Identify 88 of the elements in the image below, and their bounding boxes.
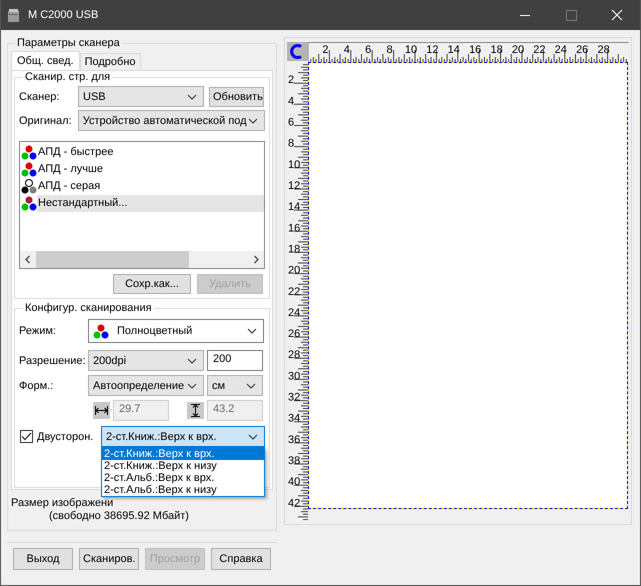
- field-label: Сканер:: [19, 90, 60, 102]
- ruler-label: 18: [490, 44, 503, 56]
- profile-item[interactable]: АПД - лучше: [20, 161, 264, 178]
- group-title: Конфигур. сканирования: [24, 302, 153, 314]
- ruler-label: 2: [322, 44, 328, 56]
- horizontal-scrollbar[interactable]: [20, 251, 264, 268]
- unit-icon[interactable]: [287, 42, 308, 61]
- ruler-label: 42: [288, 497, 300, 510]
- ruler-label: 20: [512, 44, 524, 56]
- action-button[interactable]: Сканиров.: [79, 548, 139, 570]
- dropdown-option[interactable]: 2-ст.Книж.:Верх к низу: [102, 460, 264, 472]
- ruler-label: 10: [404, 44, 418, 56]
- resolution-dropdown[interactable]: 200dpi: [88, 350, 204, 371]
- ruler-label: 4: [344, 44, 350, 56]
- chevron-icon: [187, 382, 197, 388]
- ruler-label: 24: [554, 44, 567, 56]
- field-label: Форм.:: [19, 380, 54, 392]
- chevron-icon: [246, 382, 256, 388]
- ruler-label: 16: [469, 44, 482, 56]
- ruler-label: 4: [288, 95, 294, 108]
- ruler-label: 6: [365, 44, 372, 56]
- width-icon: [93, 402, 110, 419]
- checkbox[interactable]: [20, 430, 33, 443]
- field-label: Разрешение:: [19, 354, 87, 366]
- unit-dropdown[interactable]: см: [207, 375, 263, 396]
- ruler-label: 22: [288, 286, 300, 298]
- ruler-label: 10: [288, 158, 300, 171]
- ruler-label: 8: [288, 138, 294, 150]
- ruler-label: 12: [426, 44, 439, 56]
- ruler-label: 28: [597, 44, 610, 56]
- ruler-label: 22: [533, 44, 546, 56]
- ruler-label: 34: [288, 412, 300, 425]
- ruler-label: 40: [288, 476, 300, 488]
- color-dots-icon: [21, 162, 37, 177]
- ruler-label: 14: [288, 201, 300, 214]
- group-title: Параметры сканера: [16, 37, 121, 49]
- field-label: Оригинал:: [19, 114, 73, 126]
- ruler-label: 2: [288, 74, 294, 86]
- ruler-label: 26: [288, 328, 300, 340]
- ruler-label: 8: [386, 44, 393, 56]
- duplex-dropdown[interactable]: 2-ст.Книж.:Верх к врх.: [101, 426, 265, 447]
- scrollbar-thumb[interactable]: [36, 251, 189, 268]
- field-label: Режим:: [19, 325, 57, 337]
- color-dots-icon: [21, 196, 37, 211]
- chevron-icon: [248, 118, 258, 124]
- ruler-label: 16: [288, 222, 300, 234]
- action-button[interactable]: Справка: [211, 548, 271, 570]
- ruler-label: 36: [288, 434, 300, 446]
- scanner-dropdown[interactable]: USB: [78, 86, 204, 107]
- color-dots-icon: [21, 145, 37, 160]
- ruler-label: 28: [288, 349, 300, 362]
- ruler-label: 30: [288, 370, 300, 382]
- window-title: M C2000 USB: [28, 9, 98, 21]
- scanner-icon: [8, 8, 19, 22]
- ruler-label: 6: [288, 116, 294, 128]
- color-dots-icon: [93, 324, 109, 338]
- profile-item[interactable]: АПД - быстрее: [20, 144, 264, 161]
- resolution-field[interactable]: 200: [207, 350, 263, 371]
- group-title: Сканир. стр. для: [24, 71, 112, 83]
- action-button[interactable]: Выход: [13, 548, 73, 570]
- free-space-text: (свободно 38695.92 Мбайт): [49, 510, 189, 523]
- chevron-icon: [247, 328, 257, 334]
- image-size-text: Размер изображени: [11, 497, 114, 510]
- height-icon: [187, 402, 204, 419]
- ruler-label: 18: [288, 243, 300, 256]
- save-as-button[interactable]: Сохр.как...: [113, 274, 191, 294]
- mode-dropdown[interactable]: Полноцветный: [88, 319, 264, 343]
- ruler-label: 12: [288, 180, 300, 192]
- format-dropdown[interactable]: Автоопределение: [88, 375, 204, 396]
- chevron-icon: [187, 94, 197, 100]
- ruler-label: 38: [288, 455, 300, 468]
- refresh-button[interactable]: Обновить: [209, 86, 264, 106]
- checkbox-label: Двусторон.: [37, 430, 94, 442]
- dropdown-option[interactable]: 2-ст.Книж.:Верх к врх.: [102, 448, 264, 460]
- ruler-label: 24: [288, 306, 300, 319]
- ruler-label: 20: [288, 264, 300, 277]
- ruler-label: 26: [576, 44, 588, 56]
- tab[interactable]: Общ. свед.: [11, 51, 80, 70]
- ruler-label: 14: [448, 44, 460, 56]
- chevron-icon: [248, 434, 258, 440]
- dropdown-option[interactable]: 2-ст.Альб.:Верх к низу: [102, 484, 264, 496]
- tab[interactable]: Подробно: [80, 53, 141, 70]
- ruler-label: 32: [288, 392, 300, 404]
- chevron-icon: [187, 358, 197, 364]
- original-dropdown[interactable]: Устройство автоматической под: [78, 110, 265, 131]
- profile-item[interactable]: АПД - серая: [20, 178, 264, 195]
- color-dots-icon: [21, 179, 37, 194]
- dropdown-option[interactable]: 2-ст.Альб.:Верх к врх.: [102, 472, 264, 484]
